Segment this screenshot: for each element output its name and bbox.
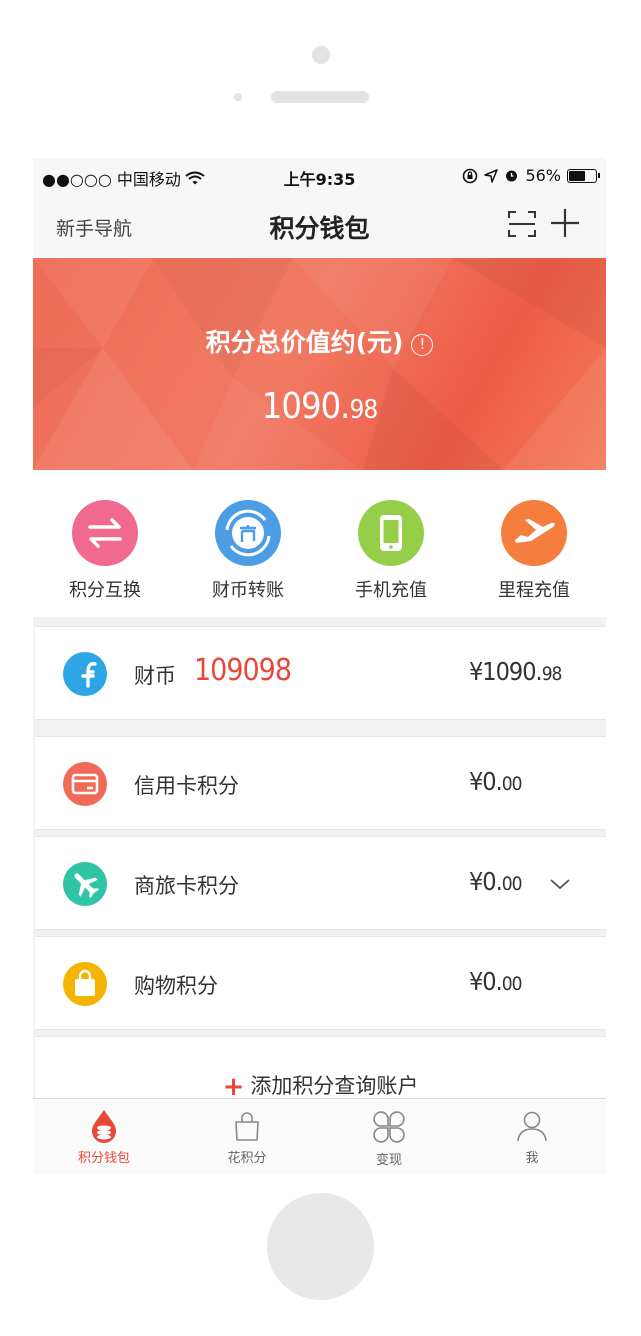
battery-percent: 56%: [525, 166, 561, 185]
account-name: 商旅卡积分: [134, 874, 239, 898]
amount-integer: ¥0.: [469, 767, 503, 796]
coin-transfer-icon: [215, 500, 281, 566]
tab-bar: 积分钱包 花积分 变现 我: [33, 1098, 606, 1174]
amount-integer: ¥0.: [469, 867, 503, 896]
scan-icon[interactable]: [506, 208, 538, 240]
account-points-balance: 109098: [194, 653, 292, 688]
quick-action-points-exchange[interactable]: 积分互换: [45, 500, 165, 602]
tab-label: 变现: [375, 1153, 402, 1168]
rotation-lock-icon: [463, 168, 478, 183]
proximity-sensor: [234, 93, 242, 101]
navigation-bar: 新手导航 积分钱包: [33, 192, 606, 258]
total-value-decimal: 98: [349, 395, 378, 425]
info-icon[interactable]: !: [411, 334, 434, 356]
account-amount: ¥0.00: [469, 867, 523, 896]
credit-card-icon: [63, 762, 107, 806]
tab-points-wallet[interactable]: 积分钱包: [54, 1109, 154, 1166]
status-bar: ●●○○○ 中国移动 上午9:35 56%: [33, 158, 606, 192]
tab-cash-out[interactable]: 变现: [339, 1109, 439, 1168]
account-row-caibi[interactable]: 财币 109098 ¥1090.98: [35, 626, 606, 720]
airplane-icon: [63, 862, 107, 906]
tab-label: 积分钱包: [77, 1151, 130, 1166]
add-account-button[interactable]: + 添加积分查询账户: [35, 1036, 606, 1102]
banner-background-pattern: [33, 258, 606, 470]
amount-decimal: 98: [541, 663, 563, 685]
account-row-credit-card[interactable]: 信用卡积分 ¥0.00: [35, 736, 606, 830]
quick-actions: 积分互换 财币转账 手机充值 里程充值: [33, 470, 606, 617]
account-amount: ¥0.00: [469, 767, 523, 796]
account-name: 财币: [134, 664, 176, 688]
plane-icon: [501, 500, 567, 566]
amount-integer: ¥1090.: [469, 657, 543, 686]
quick-action-label: 积分互换: [69, 580, 141, 601]
phone-screen: ●●○○○ 中国移动 上午9:35 56% 新手导航 积分钱包 积分总价值约(元…: [33, 158, 606, 1174]
quick-action-phone-topup[interactable]: 手机充值: [331, 500, 451, 602]
shopping-bag-icon: [63, 962, 107, 1006]
exchange-icon: [72, 500, 138, 566]
clover-icon: [373, 1111, 405, 1143]
quick-action-label: 里程充值: [498, 580, 570, 601]
total-value-integer: 1090.: [261, 386, 351, 427]
location-icon: [484, 168, 499, 183]
amount-integer: ¥0.: [469, 967, 503, 996]
account-amount: ¥0.00: [469, 967, 523, 996]
user-icon: [517, 1111, 547, 1142]
account-amount: ¥1090.98: [469, 657, 563, 686]
quick-action-mileage-topup[interactable]: 里程充值: [474, 500, 594, 602]
amount-decimal: 00: [501, 773, 523, 795]
home-button[interactable]: [267, 1193, 374, 1300]
alarm-icon: [506, 170, 518, 182]
total-value-label: 积分总价值约(元)!: [33, 323, 606, 359]
chevron-down-icon[interactable]: [549, 877, 571, 891]
amount-decimal: 00: [501, 973, 523, 995]
f-icon: [63, 652, 107, 696]
total-value-amount: 1090.98: [33, 386, 606, 427]
amount-decimal: 00: [501, 873, 523, 895]
front-camera: [312, 46, 330, 64]
earpiece-speaker: [271, 91, 369, 103]
tab-label: 我: [525, 1151, 539, 1166]
tab-label: 花积分: [227, 1151, 267, 1166]
plus-icon[interactable]: [548, 206, 582, 240]
tab-spend-points[interactable]: 花积分: [197, 1109, 297, 1166]
quick-action-label: 财币转账: [212, 580, 284, 601]
quick-action-coin-transfer[interactable]: 财币转账: [188, 500, 308, 602]
bag-icon: [235, 1112, 259, 1141]
add-account-text: 添加积分查询账户: [250, 1074, 419, 1098]
wallet-drop-icon: [92, 1110, 116, 1143]
total-value-label-text: 积分总价值约(元): [205, 328, 404, 357]
account-name: 购物积分: [134, 974, 218, 998]
total-value-banner: 积分总价值约(元)! 1090.98: [33, 258, 606, 470]
tab-me[interactable]: 我: [482, 1109, 582, 1166]
quick-action-label: 手机充值: [355, 580, 427, 601]
phone-icon: [358, 500, 424, 566]
account-row-business-travel[interactable]: 商旅卡积分 ¥0.00: [35, 836, 606, 930]
battery-icon: [567, 168, 600, 183]
account-row-shopping[interactable]: 购物积分 ¥0.00: [35, 936, 606, 1030]
account-name: 信用卡积分: [134, 774, 239, 798]
